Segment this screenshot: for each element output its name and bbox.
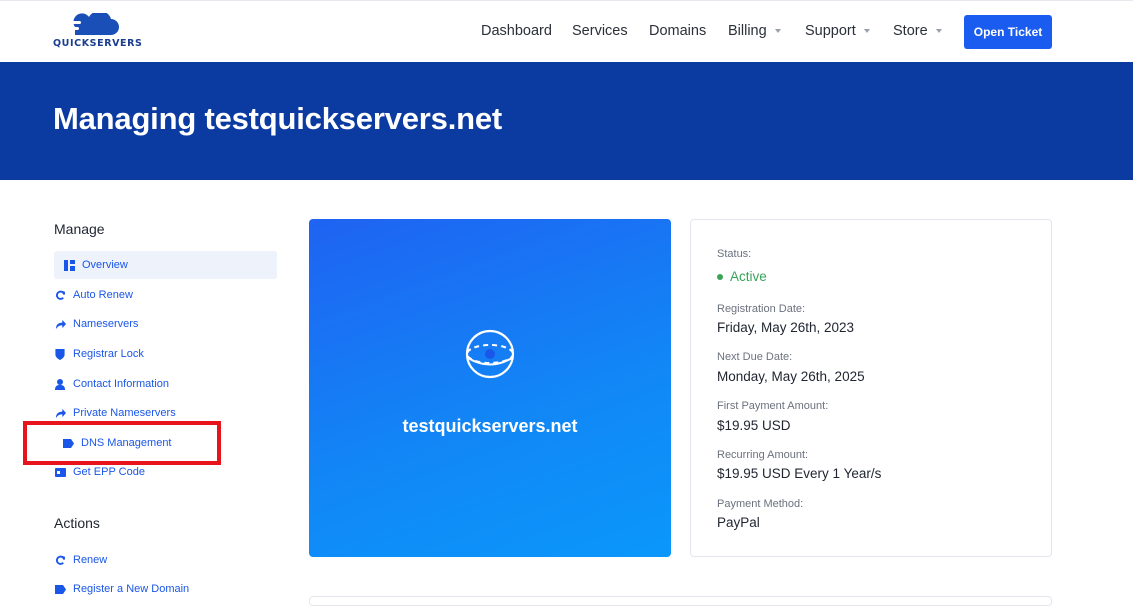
manage-heading: Manage [54, 221, 105, 237]
sidebar-item-label: Overview [82, 259, 128, 271]
nav-billing[interactable]: Billing [728, 23, 781, 39]
brand-logo[interactable]: QUICKSERVERS [53, 10, 142, 49]
sidebar-item-nameservers[interactable]: Nameservers [54, 310, 277, 338]
payment-method-label: Payment Method: [717, 498, 804, 510]
open-ticket-button[interactable]: Open Ticket [964, 15, 1052, 49]
chevron-down-icon [774, 29, 781, 33]
user-icon [54, 378, 66, 390]
sidebar-item-contact-information[interactable]: Contact Information [54, 370, 277, 398]
domain-name: testquickservers.net [402, 416, 578, 436]
domain-card: testquickservers.net [309, 219, 671, 557]
id-card-icon [54, 466, 66, 478]
chevron-down-icon [863, 29, 870, 33]
page-header-banner: Managing testquickservers.net [0, 62, 1133, 180]
refresh-icon [54, 554, 66, 566]
nav-store[interactable]: Store [893, 23, 942, 39]
sidebar-item-register-new-domain[interactable]: Register a New Domain [54, 575, 277, 603]
sidebar-item-overview[interactable]: Overview [54, 251, 277, 279]
sidebar-item-auto-renew[interactable]: Auto Renew [54, 281, 277, 309]
page-title: Managing testquickservers.net [53, 101, 503, 136]
tag-icon [54, 583, 66, 595]
globe-icon [465, 329, 515, 379]
status-label: Status: [717, 248, 752, 260]
payment-method-value: PayPal [717, 515, 760, 530]
status-dot-icon [717, 273, 723, 280]
refresh-icon [54, 289, 66, 301]
share-arrow-icon [54, 318, 66, 330]
sidebar-item-label: Contact Information [73, 378, 169, 390]
lower-panel [309, 596, 1052, 606]
first-payment-value: $19.95 USD [717, 418, 791, 433]
sidebar-item-label: Register a New Domain [73, 583, 190, 595]
share-arrow-icon [54, 407, 66, 419]
sidebar-item-renew[interactable]: Renew [54, 546, 277, 574]
registration-date-value: Friday, May 26th, 2023 [717, 320, 855, 335]
top-navbar: QUICKSERVERS Dashboard Services Domains … [0, 0, 1133, 62]
next-due-date-value: Monday, May 26th, 2025 [717, 369, 865, 384]
status-badge: Active [717, 269, 767, 284]
highlight-annotation-box [23, 421, 221, 465]
recurring-amount-label: Recurring Amount: [717, 449, 809, 461]
nav-services[interactable]: Services [572, 23, 628, 39]
actions-heading: Actions [54, 515, 100, 531]
first-payment-label: First Payment Amount: [717, 400, 829, 412]
next-due-date-label: Next Due Date: [717, 351, 793, 363]
shield-icon [54, 348, 66, 360]
sidebar-item-label: Private Nameservers [73, 407, 176, 419]
chevron-down-icon [935, 29, 942, 33]
status-value: Active [730, 269, 767, 284]
sidebar-item-label: Nameservers [73, 318, 139, 330]
nav-dashboard[interactable]: Dashboard [481, 23, 552, 39]
domain-details-panel: Status: Active Registration Date: Friday… [690, 219, 1052, 557]
sidebar-item-registrar-lock[interactable]: Registrar Lock [54, 340, 277, 368]
brand-name: QUICKSERVERS [53, 38, 143, 49]
dashboard-icon [63, 259, 75, 271]
recurring-amount-value: $19.95 USD Every 1 Year/s [717, 466, 882, 481]
sidebar-item-label: Renew [73, 554, 108, 566]
nav-domains[interactable]: Domains [649, 23, 706, 39]
sidebar-item-label: Get EPP Code [73, 466, 145, 478]
sidebar-item-label: Registrar Lock [73, 348, 144, 360]
registration-date-label: Registration Date: [717, 303, 806, 315]
sidebar-item-label: Auto Renew [73, 289, 133, 301]
cloud-logo-icon [63, 10, 119, 35]
nav-support[interactable]: Support [805, 23, 870, 39]
